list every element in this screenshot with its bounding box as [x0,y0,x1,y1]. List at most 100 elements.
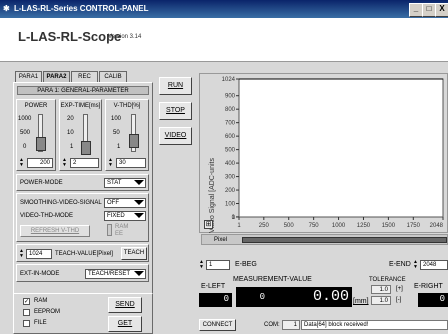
x-tick-label: 2048 [430,223,444,229]
ext-in-mode-value: TEACH/RESET [88,271,131,277]
tab-para1[interactable]: PARA1 [15,71,42,82]
dropdown-arrow-icon [134,271,144,276]
pixel-scrollbar[interactable] [242,237,447,243]
window-title: L-LAS-RL-Series CONTROL-PANEL [14,4,149,13]
spin-arrows-icon[interactable]: ▲ ▼ [108,158,114,168]
power-group: POWER 1000 500 0 ▲ ▼ 200 [16,99,56,171]
panel-title: PARA 1: GENERAL-PARAMETER [17,86,149,95]
power-mode-row: POWER-MODE STAT [16,174,149,191]
app-icon: ✱ [3,4,10,13]
video-thd-mode-value: FIXED [107,213,125,219]
unit-label: [mm] [353,298,369,305]
y-tick-label: 400 [225,161,236,167]
tick-label: 10 [67,130,74,136]
teach-button[interactable]: TEACH [121,247,147,260]
tick-label: 500 [20,130,31,136]
ext-in-mode-select[interactable]: TEACH/RESET [85,269,146,279]
dropdown-arrow-icon [134,213,144,218]
smoothing-label: SMOOTHING-VIDEO-SIGNAL [20,200,102,206]
teach-row: ▲ ▼ 1024 TEACH-VALUE[Pixel] TEACH [16,244,149,262]
e-beg-label: E-BEG [235,261,257,268]
vthd-slider-knob[interactable] [129,133,139,148]
plot-area [238,78,444,218]
maximize-button[interactable]: □ [422,3,436,17]
y-tick-label: 200 [225,188,236,194]
minimize-button[interactable]: _ [409,3,423,17]
app-version: Version 3.14 [108,34,142,40]
power-mode-select[interactable]: STAT [104,178,146,188]
x-tick-label: 500 [284,223,295,229]
exp-time-slider-knob[interactable] [81,141,91,156]
spin-arrows-icon[interactable]: ▲ ▼ [19,158,25,168]
refresh-vthd-button[interactable]: REFRESH V-THD [20,225,90,237]
status-message: Data[64] block received! [301,320,448,330]
tick-label: 100 [111,116,122,122]
send-button[interactable]: SEND [108,297,142,313]
get-button[interactable]: GET [108,316,142,332]
spin-arrows-icon[interactable]: ▲ ▼ [62,158,68,168]
e-left-display: 0 [199,293,232,307]
tab-rec[interactable]: REC [71,71,98,82]
vthd-group: V-THD[%] 100 50 1 ▲ ▼ 30 [105,99,149,171]
tolerance-label: TOLERANCE [369,277,406,283]
measurement-display: 0.00 [268,287,352,307]
tab-para2[interactable]: PARA2 [43,71,70,82]
power-value[interactable]: 200 [27,158,53,168]
exp-time-value[interactable]: 2 [70,158,99,168]
smoothing-value: OFF [107,200,119,206]
tolerance-minus-value[interactable]: 1.0 [371,296,391,305]
tab-calib[interactable]: CALIB [99,71,127,82]
video-thd-mode-select[interactable]: FIXED [104,211,146,221]
app-name: L-LAS-RL-Scope [18,29,122,44]
teach-value[interactable]: 1024 [26,249,52,259]
x-tick-label: 250 [259,223,270,229]
e-end-value[interactable]: 2048 [420,260,448,270]
power-mode-value: STAT [107,180,122,186]
e-beg-value[interactable]: 1 [206,260,230,270]
ram-checkbox-label: RAM [34,298,48,304]
video-button[interactable]: VIDEO [159,127,192,145]
e-left-label: E-LEFT [201,283,226,290]
y-tick-label: 700 [225,121,236,127]
spin-arrows-icon[interactable]: ▲ ▼ [413,260,419,270]
ram-label: RAM [115,224,129,230]
e-right-label: E-RIGHT [414,283,443,290]
com-label: COM: [264,322,280,328]
y-tick-label: 900 [225,94,236,100]
spin-arrows-icon[interactable]: ▲ ▼ [19,249,25,259]
y-tick-label: 100 [225,202,236,208]
eeprom-checkbox[interactable] [23,309,30,316]
ext-in-mode-label: EXT-IN-MODE [20,271,60,277]
run-button[interactable]: RUN [159,77,192,95]
close-button[interactable]: X [435,3,448,17]
x-tick-label: 1000 [332,223,346,229]
com-port-value[interactable]: 1 [282,320,300,330]
spin-arrows-icon[interactable]: ▲ ▼ [199,260,205,270]
tick-label: 20 [67,116,74,122]
ram-ee-switch[interactable] [107,224,112,236]
chart-zoom-icon[interactable]: ⊞ [204,220,213,229]
video-signal-chart: 1024 900 800 700 600 500 400 300 200 100 10 1 250 50… [209,77,444,233]
power-slider-knob[interactable] [36,137,46,152]
pixel-scrollbar-row: Pixel [201,234,448,245]
measurement-title: MEASUREMENT-VALUE [233,276,312,283]
title-bar: ✱ L-LAS-RL-Series CONTROL-PANEL _ □ X [0,0,448,18]
tick-label: 1 [70,144,74,150]
stop-button[interactable]: STOP [159,102,192,120]
vthd-value[interactable]: 30 [116,158,146,168]
measurement-left-display: 0 [236,287,268,307]
tick-label: 0 [23,144,27,150]
y-tick-label: 500 [225,148,236,154]
y-tick-label: 1024 [222,77,236,83]
ee-label: EE [115,231,124,237]
ram-checkbox[interactable]: ✓ [23,298,30,305]
smoothing-select[interactable]: OFF [104,198,146,208]
file-checkbox[interactable] [23,320,30,327]
file-checkbox-label: FILE [34,320,47,326]
vthd-label: V-THD[%] [113,103,141,109]
y-tick-label: 300 [225,175,236,181]
connect-button[interactable]: CONNECT [199,319,236,331]
check-mark-icon: ✓ [24,299,30,305]
exp-time-label: EXP-TIME[ms] [60,103,101,109]
tolerance-plus-value[interactable]: 1.0 [371,285,391,294]
